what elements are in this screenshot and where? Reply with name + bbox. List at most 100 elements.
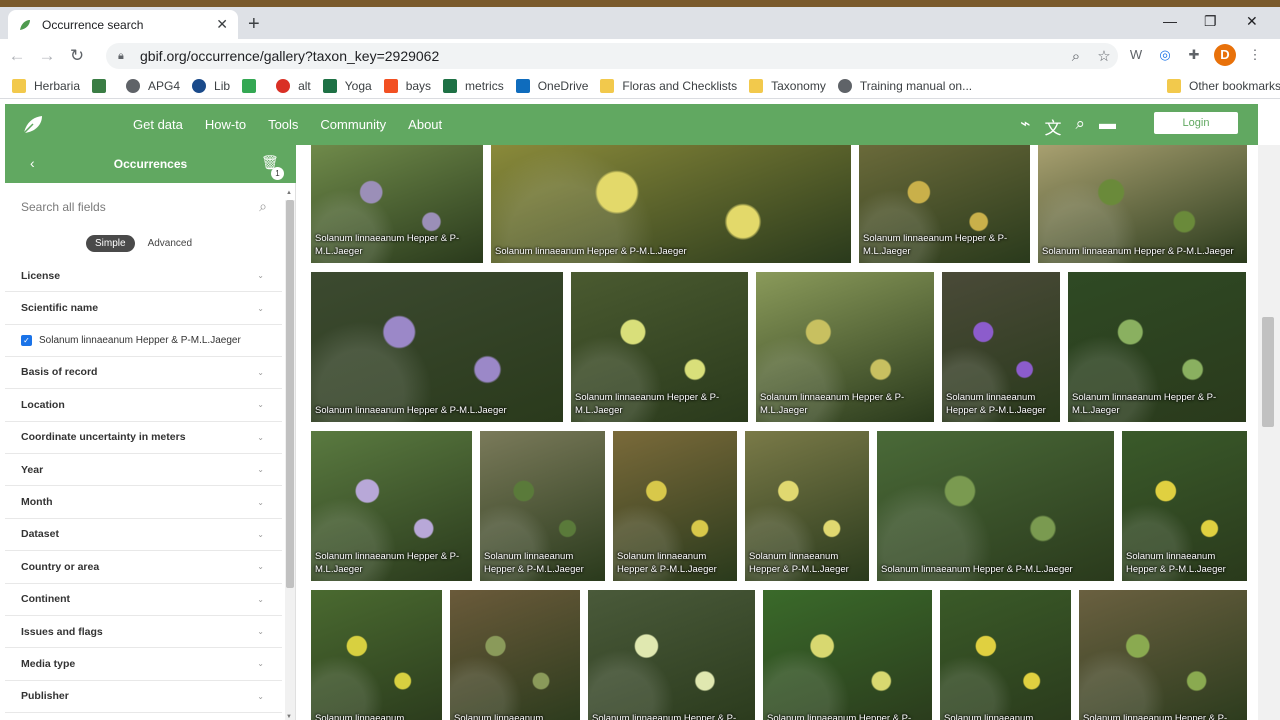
sidebar-scroll-thumb[interactable]: [286, 200, 294, 588]
gallery-photo[interactable]: Solanum linnaeanum Hepper & P-: [1079, 590, 1247, 720]
bookmark-item[interactable]: [242, 78, 264, 93]
filter-row[interactable]: License ⌄: [5, 260, 282, 293]
zoom-icon[interactable]: ⌕: [1062, 48, 1090, 65]
back-icon[interactable]: ←: [4, 46, 30, 66]
page-scrollbar[interactable]: [1258, 145, 1280, 720]
gallery-photo[interactable]: Solanum linnaeanum Hepper & P-M.L.Jaeger: [859, 145, 1030, 263]
bookmark-item[interactable]: [92, 78, 114, 93]
page-scroll-thumb[interactable]: [1262, 317, 1274, 427]
close-tab-icon[interactable]: ✕: [216, 16, 228, 33]
bookmark-item[interactable]: Training manual on...: [837, 78, 972, 93]
bookmark-star-icon[interactable]: ☆: [1090, 47, 1118, 65]
sidebar-header: ‹ Occurrences 🗑︎ 1: [5, 145, 296, 183]
mode-toggle: Simple Advanced: [86, 235, 205, 252]
filter-row[interactable]: Continent ⌄: [5, 584, 282, 616]
bookmark-item[interactable]: alt: [276, 78, 311, 93]
extensions-puzzle-icon[interactable]: ✚: [1183, 44, 1205, 66]
gallery-photo[interactable]: Solanum linnaeanum Hepper & P-M.L.Jaeger: [491, 145, 851, 263]
gallery-photo[interactable]: Solanum linnaeanum Hepper & P-M.L.Jaeger: [942, 272, 1060, 422]
gallery-photo[interactable]: Solanum linnaeanum Hepper & P-M.L.Jaeger: [311, 431, 472, 581]
profile-avatar[interactable]: D: [1214, 44, 1236, 66]
gallery-photo[interactable]: Solanum linnaeanum Hepper & P-M.L.Jaeger: [877, 431, 1114, 581]
filter-row[interactable]: Month ⌄: [5, 486, 282, 519]
gallery-photo[interactable]: Solanum linnaeanum Hepper & P-M.L.Jaeger: [756, 272, 934, 422]
gallery-photo[interactable]: Solanum linnaeanum Hepper & P-M.L.Jaeger: [311, 272, 563, 422]
bookmark-item[interactable]: Herbaria: [12, 78, 80, 93]
bookmark-item[interactable]: metrics: [443, 78, 504, 93]
menu-get-data[interactable]: Get data: [133, 117, 183, 132]
gallery-photo[interactable]: Solanum linnaeanum: [940, 590, 1071, 720]
menu-tools[interactable]: Tools: [268, 117, 298, 132]
new-tab-button[interactable]: +: [248, 13, 260, 36]
search-icon[interactable]: ⌕: [1075, 114, 1085, 139]
omnibox[interactable]: 🔒︎ gbif.org/occurrence/gallery?taxon_key…: [106, 43, 1118, 69]
advanced-mode-button[interactable]: Advanced: [135, 235, 205, 252]
gallery-photo[interactable]: Solanum linnaeanum Hepper & P-M.L.Jaeger: [571, 272, 748, 422]
chevron-down-icon: ⌄: [257, 691, 264, 701]
bookmark-item[interactable]: Taxonomy: [749, 78, 826, 93]
filter-row[interactable]: Scientific name ⌄: [5, 292, 282, 325]
gbif-logo[interactable]: [13, 105, 53, 145]
filter-row[interactable]: Year ⌄: [5, 454, 282, 487]
feedback-icon[interactable]: ▬: [1099, 114, 1116, 139]
filter-row[interactable]: Coordinate uncertainty in meters ⌄: [5, 422, 282, 454]
gallery-photo[interactable]: Solanum linnaeanum Hepper & P-M.L.Jaeger: [480, 431, 605, 581]
search-input[interactable]: Search all fields ⌕: [21, 198, 267, 220]
tab-occurrence-search[interactable]: Occurrence search ✕: [8, 10, 238, 39]
browser-menu-icon[interactable]: ⋮: [1244, 44, 1266, 66]
other-bookmarks-folder[interactable]: Other bookmarks: [1167, 78, 1280, 93]
reload-icon[interactable]: ↻: [64, 46, 90, 66]
chevron-down-icon: ⌄: [257, 303, 264, 313]
gallery-photo[interactable]: Solanum linnaeanum Hepper & P-M.L.Jaeger: [1122, 431, 1247, 581]
bookmark-item[interactable]: APG4: [126, 78, 180, 93]
grid-icon: [92, 78, 107, 93]
scientific-name-checkbox[interactable]: ✓ Solanum linnaeanum Hepper & P-M.L.Jaege…: [5, 325, 282, 357]
folder-icon: [1167, 78, 1181, 93]
photo-caption: Solanum linnaeanum Hepper & P- M.L.Jaeger: [315, 550, 468, 576]
filter-row[interactable]: Publisher ⌄: [5, 681, 282, 714]
gallery-photo[interactable]: Solanum linnaeanum Hepper & P-M.L.Jaeger: [311, 145, 483, 263]
close-window-icon[interactable]: ✕: [1246, 13, 1258, 30]
bookmark-item[interactable]: OneDrive: [515, 78, 588, 93]
filter-row[interactable]: Media type ⌄: [5, 648, 282, 681]
gallery-photo[interactable]: Solanum linnaeanum Hepper & P-M.L.Jaeger: [1068, 272, 1246, 422]
gallery-photo[interactable]: Solanum linnaeanum: [311, 590, 442, 720]
photo-caption: Solanum linnaeanum Hepper & P-: [767, 712, 928, 720]
minimize-icon[interactable]: —: [1163, 13, 1177, 29]
wikipedia-extension-icon[interactable]: W: [1125, 44, 1147, 66]
translate-icon[interactable]: 文: [1044, 114, 1061, 139]
activity-icon[interactable]: ⌁: [1020, 114, 1030, 139]
scroll-up-icon[interactable]: ▲: [286, 190, 292, 196]
caption-line: M.L.Jaeger: [315, 246, 363, 257]
filter-label: Media type: [21, 657, 76, 670]
filter-row[interactable]: Location ⌄: [5, 389, 282, 422]
checkbox-checked-icon[interactable]: ✓: [21, 334, 32, 346]
scroll-down-icon[interactable]: ▼: [286, 714, 292, 720]
gallery-photo[interactable]: Solanum linnaeanum Hepper & P-M.L.Jaeger: [1038, 145, 1247, 263]
simple-mode-button[interactable]: Simple: [86, 235, 135, 252]
gallery-photo[interactable]: Solanum linnaeanum Hepper & P-: [763, 590, 932, 720]
bookmark-item[interactable]: Yoga: [322, 78, 372, 93]
bookmark-item[interactable]: Floras and Checklists: [600, 78, 737, 93]
menu-about[interactable]: About: [408, 117, 442, 132]
gallery-photo[interactable]: Solanum linnaeanum Hepper & P-: [588, 590, 755, 720]
forward-icon[interactable]: →: [34, 46, 60, 66]
sidebar-scrollbar[interactable]: ▲ ▼: [285, 190, 295, 720]
url-text[interactable]: gbif.org/occurrence/gallery?taxon_key=29…: [140, 48, 1062, 64]
restore-icon[interactable]: ❐: [1204, 13, 1217, 30]
bookmark-item[interactable]: Lib: [192, 78, 230, 93]
menu-community[interactable]: Community: [320, 117, 386, 132]
excel-icon: [443, 78, 458, 93]
gallery-photo[interactable]: Solanum linnaeanum Hepper & P-M.L.Jaeger: [613, 431, 737, 581]
gallery-photo[interactable]: Solanum linnaeanum Hepper & P-M.L.Jaeger: [745, 431, 869, 581]
extension-globe-icon[interactable]: ◎: [1154, 44, 1176, 66]
search-icon[interactable]: ⌕: [259, 198, 267, 215]
filter-row[interactable]: Country or area ⌄: [5, 551, 282, 584]
filter-row[interactable]: Issues and flags ⌄: [5, 616, 282, 649]
menu-how-to[interactable]: How-to: [205, 117, 246, 132]
filter-row[interactable]: Basis of record ⌄: [5, 357, 282, 390]
bookmark-item[interactable]: bays: [383, 78, 431, 93]
gallery-photo[interactable]: Solanum linnaeanum: [450, 590, 580, 720]
filter-row[interactable]: Dataset ⌄: [5, 519, 282, 552]
login-button[interactable]: Login: [1154, 112, 1238, 134]
